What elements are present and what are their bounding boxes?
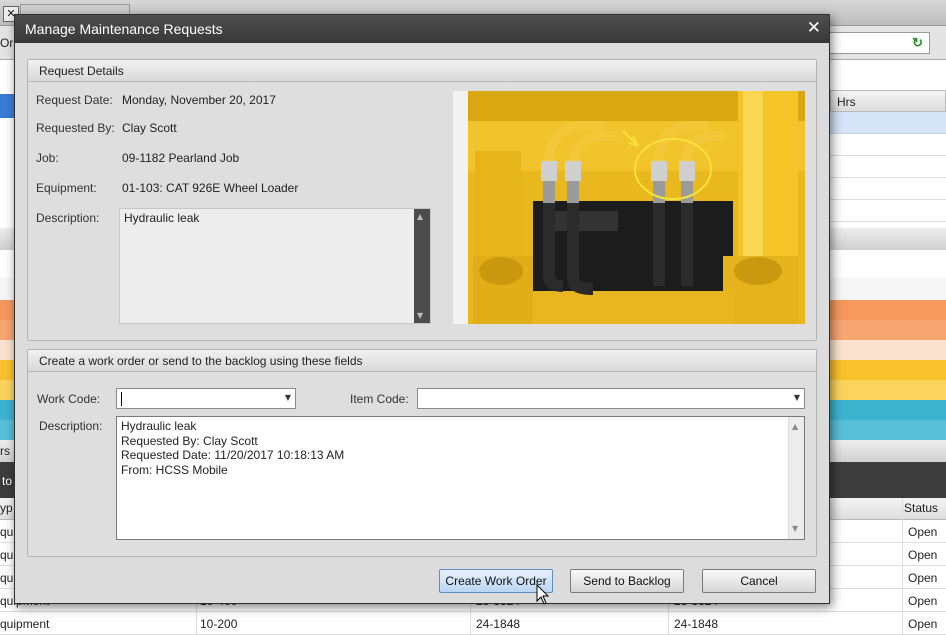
work-order-description-textarea[interactable]: Hydraulic leak Requested By: Clay Scott … — [116, 416, 805, 540]
cell-code: 10-200 — [200, 617, 238, 631]
equipment-label: Equipment: — [36, 181, 97, 195]
cell-status: Open — [908, 617, 938, 631]
text-caret — [121, 392, 122, 406]
grid-row[interactable] — [830, 178, 946, 200]
grid-row[interactable] — [830, 134, 946, 156]
scroll-up-icon[interactable]: ▲ — [792, 420, 798, 435]
dialog-title: Manage Maintenance Requests — [25, 21, 223, 37]
grid-row[interactable] — [830, 156, 946, 178]
dialog-titlebar[interactable]: Manage Maintenance Requests ✕ — [15, 15, 829, 43]
cancel-button[interactable]: Cancel — [702, 569, 816, 593]
cell-c3: 24-1848 — [476, 617, 521, 631]
cell-status: Open — [908, 594, 938, 608]
request-description-box[interactable]: Hydraulic leak ▲ ▼ — [119, 208, 431, 324]
close-icon[interactable]: ✕ — [807, 18, 821, 38]
request-description-text: Hydraulic leak — [124, 211, 200, 225]
table-row[interactable]: quipment 10-200 24-1848 24-1848 Open — [0, 612, 946, 635]
work-code-label: Work Code: — [37, 392, 101, 406]
vertical-scrollbar[interactable]: ▲ ▼ — [788, 417, 804, 539]
description-line: Requested Date: 11/20/2017 10:18:13 AM — [121, 448, 345, 462]
job-value: 09-1182 Pearland Job — [122, 151, 240, 165]
cell-c4: 24-1848 — [674, 617, 719, 631]
chevron-down-icon[interactable]: ▼ — [285, 393, 291, 402]
request-date-value: Monday, November 20, 2017 — [122, 93, 276, 107]
scroll-up-icon[interactable]: ▲ — [417, 212, 423, 221]
scroll-down-icon[interactable]: ▼ — [792, 522, 798, 537]
item-code-dropdown[interactable]: ▼ — [417, 388, 805, 409]
cell-status: Open — [908, 571, 938, 585]
description-label: Description: — [36, 211, 100, 225]
cell-status: Open — [908, 548, 938, 562]
dark-section-label: to — [2, 474, 13, 488]
vertical-scrollbar[interactable]: ▲ ▼ — [414, 209, 430, 323]
manage-maintenance-requests-dialog: Manage Maintenance Requests ✕ Request De… — [14, 14, 830, 604]
grid-column-header-hrs[interactable]: Hrs — [830, 90, 946, 112]
description-line: Hydraulic leak — [121, 419, 197, 433]
cell-status: Open — [908, 525, 938, 539]
equipment-value: 01-103: CAT 926E Wheel Loader — [122, 181, 299, 195]
work-code-dropdown[interactable]: ▼ — [116, 388, 296, 409]
request-date-label: Request Date: — [36, 93, 113, 107]
section-label: rs — [0, 444, 10, 458]
job-label: Job: — [36, 151, 59, 165]
description-line: Requested By: Clay Scott — [121, 433, 258, 448]
mouse-cursor-icon — [536, 584, 550, 605]
selected-row-indicator — [0, 94, 14, 118]
grid-row[interactable] — [830, 200, 946, 222]
work-order-description-label: Description: — [39, 419, 103, 433]
column-divider — [902, 498, 903, 635]
equipment-photo — [453, 91, 805, 324]
column-header-status[interactable]: Status — [904, 501, 938, 515]
chevron-down-icon[interactable]: ▼ — [794, 393, 800, 402]
cell-type: quipment — [0, 617, 50, 631]
refresh-icon[interactable]: ↻ — [912, 35, 923, 51]
description-line: From: HCSS Mobile — [121, 462, 228, 477]
request-details-header: Request Details — [28, 60, 816, 82]
send-to-backlog-button[interactable]: Send to Backlog — [570, 569, 684, 593]
work-order-header: Create a work order or send to the backl… — [28, 350, 816, 372]
hydraulic-hoses-photo — [453, 91, 805, 324]
scroll-down-icon[interactable]: ▼ — [417, 311, 423, 320]
item-code-label: Item Code: — [350, 392, 409, 406]
column-header-type[interactable]: yp — [0, 501, 13, 515]
grid-selected-row[interactable] — [830, 112, 946, 134]
requested-by-label: Requested By: — [36, 121, 115, 135]
requested-by-value: Clay Scott — [122, 121, 177, 135]
